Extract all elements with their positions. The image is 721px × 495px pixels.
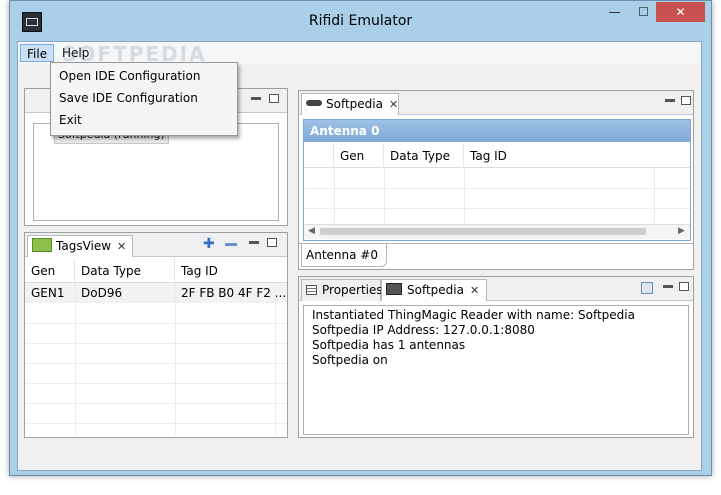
reader-icon <box>306 100 322 106</box>
tags-table-header: Gen Data Type Tag ID <box>25 259 287 283</box>
grid-line <box>175 283 176 435</box>
minimize-view-icon[interactable] <box>665 99 675 102</box>
file-dropdown-menu: Open IDE Configuration Save IDE Configur… <box>50 62 238 136</box>
menu-item-exit[interactable]: Exit <box>55 109 233 131</box>
tab-softpedia-console[interactable]: Softpedia ✕ <box>381 279 487 301</box>
close-button[interactable]: ✕ <box>656 2 705 22</box>
grid-line <box>304 208 690 209</box>
console-line: Softpedia on <box>312 353 388 367</box>
tab-tags-view-label: TagsView <box>56 239 112 253</box>
grid-line <box>654 168 655 224</box>
column-header-gen[interactable]: Gen <box>334 144 384 168</box>
grid-line <box>25 323 287 324</box>
minimize-view-icon[interactable] <box>251 97 261 100</box>
close-tab-icon[interactable]: ✕ <box>117 240 126 253</box>
maximize-view-icon[interactable] <box>267 238 277 247</box>
antenna-title[interactable]: Antenna 0 <box>304 120 690 142</box>
save-icon[interactable] <box>641 282 653 294</box>
column-header-tag-id[interactable]: Tag ID <box>175 259 287 283</box>
grid-line <box>25 383 287 384</box>
tab-properties-label: Properties <box>322 283 383 297</box>
reader-tree: Softpedia (running) <box>33 123 279 221</box>
add-tag-icon[interactable]: ✚ <box>203 237 217 251</box>
tags-icon <box>32 238 52 252</box>
close-tab-icon[interactable]: ✕ <box>470 284 479 297</box>
console-panel: Properties Softpedia ✕ Instantiated Thing… <box>298 276 694 438</box>
tab-softpedia-reader-label: Softpedia <box>326 97 383 111</box>
grid-line <box>25 423 287 424</box>
column-header-data-type[interactable]: Data Type <box>384 144 464 168</box>
grid-line <box>334 168 335 224</box>
table-row[interactable]: GEN1 DoD96 2F FB B0 4F F2 ... <box>25 283 287 303</box>
console-output[interactable]: Instantiated ThingMagic Reader with name… <box>303 305 689 435</box>
column-header-blank <box>304 144 334 168</box>
minimize-view-icon[interactable] <box>249 241 259 244</box>
cell-gen: GEN1 <box>31 286 65 300</box>
console-line: Softpedia IP Address: 127.0.0.1:8080 <box>312 323 535 337</box>
console-line: Instantiated ThingMagic Reader with name… <box>312 308 635 322</box>
tab-softpedia-reader[interactable]: Softpedia ✕ <box>301 93 399 115</box>
properties-icon <box>306 285 317 295</box>
column-header-tag-id[interactable]: Tag ID <box>464 144 690 168</box>
menu-item-open-ide-configuration[interactable]: Open IDE Configuration <box>55 65 233 87</box>
minimize-view-icon[interactable] <box>663 285 673 288</box>
console-line: Softpedia has 1 antennas <box>312 338 466 352</box>
maximize-button[interactable]: ☐ <box>629 2 658 22</box>
scroll-right-icon[interactable]: ▶ <box>678 226 685 236</box>
grid-line <box>275 283 276 435</box>
tags-view-header: TagsView ✕ ✚ <box>25 233 287 257</box>
grid-line <box>25 403 287 404</box>
maximize-view-icon[interactable] <box>269 94 279 103</box>
grid-line <box>25 343 287 344</box>
cell-tag-id: 2F FB B0 4F F2 ... <box>181 286 287 300</box>
tags-view-panel: TagsView ✕ ✚ Gen Data Type Tag ID GEN1 Do… <box>24 232 288 438</box>
scroll-left-icon[interactable]: ◀ <box>308 226 315 236</box>
maximize-view-icon[interactable] <box>679 282 689 291</box>
tab-antenna-0[interactable]: Antenna #0 <box>301 244 387 267</box>
antenna-panel: Softpedia ✕ Antenna 0 Gen Data Type Tag I… <box>298 90 694 270</box>
antenna-section: Antenna 0 Gen Data Type Tag ID ◀ ▶ <box>303 119 691 241</box>
maximize-view-icon[interactable] <box>681 96 691 105</box>
tab-tags-view[interactable]: TagsView ✕ <box>27 235 133 257</box>
column-header-gen[interactable]: Gen <box>25 259 75 283</box>
grid-line <box>75 283 76 435</box>
column-header-data-type[interactable]: Data Type <box>75 259 175 283</box>
tab-properties[interactable]: Properties <box>301 279 383 301</box>
close-tab-icon[interactable]: ✕ <box>389 98 398 111</box>
title-bar[interactable]: Rifidi Emulator — ☐ ✕ <box>10 1 711 41</box>
antenna-table-header: Gen Data Type Tag ID <box>304 144 690 168</box>
grid-line <box>464 168 465 224</box>
antenna-panel-header: Softpedia ✕ <box>299 91 693 115</box>
remove-tag-icon[interactable] <box>225 243 237 246</box>
grid-line <box>304 188 690 189</box>
scrollbar-thumb[interactable] <box>320 228 646 235</box>
grid-line <box>384 168 385 224</box>
grid-line <box>25 363 287 364</box>
minimize-button[interactable]: — <box>600 2 629 22</box>
tab-softpedia-console-label: Softpedia <box>407 283 464 297</box>
menu-item-save-ide-configuration[interactable]: Save IDE Configuration <box>55 87 233 109</box>
console-panel-header: Properties Softpedia ✕ <box>299 277 693 301</box>
horizontal-scrollbar[interactable]: ◀ ▶ <box>304 224 690 239</box>
console-icon <box>386 283 402 295</box>
menu-file[interactable]: File <box>20 44 55 62</box>
cell-data-type: DoD96 <box>81 286 123 300</box>
